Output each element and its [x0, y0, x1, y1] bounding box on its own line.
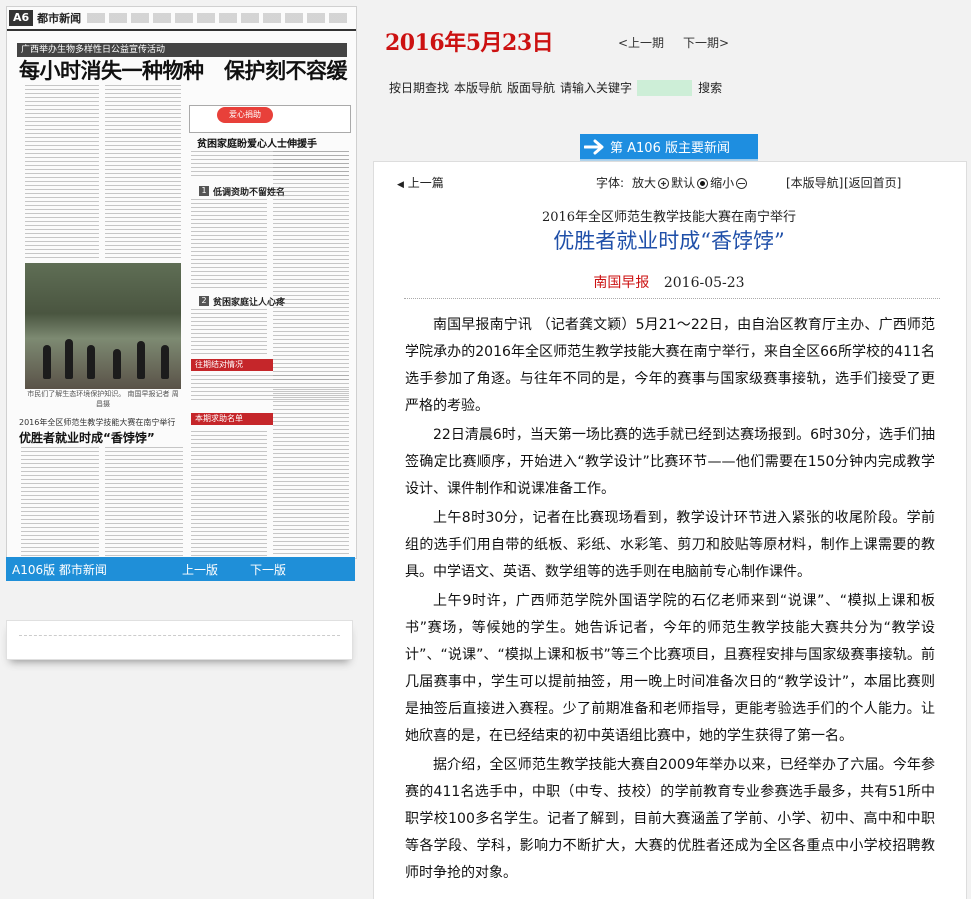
- font-label: 字体:: [596, 176, 625, 190]
- layout-nav-link[interactable]: 版面导航: [507, 79, 555, 96]
- thumbnail-section: 都市新闻: [37, 12, 82, 25]
- this-edition-nav-link[interactable]: 本版导航: [454, 79, 502, 96]
- search-prompt-label: 请输入关键字: [560, 81, 633, 95]
- radio-selected-icon: [697, 178, 709, 189]
- thumbnail-text-column: [105, 85, 181, 261]
- thumbnail-red-label: 本期求助名单: [191, 413, 273, 425]
- article-paragraph: 南国早报南宁讯 （记者龚文颖）5月21～22日，由自治区教育厅主办、广西师范学院…: [405, 317, 935, 414]
- article-byline: 南国早报 2016-05-23: [373, 272, 965, 292]
- prev-issue-link[interactable]: <上一期: [618, 34, 664, 51]
- find-by-date-link[interactable]: 按日期查找: [389, 79, 449, 96]
- thumbnail-text-column: [273, 151, 349, 381]
- thumbnail-text-column: [25, 85, 99, 261]
- article-title: 优胜者就业时成“香饽饽”: [553, 229, 785, 253]
- font-default-label: 默认: [671, 176, 696, 190]
- thumbnail-article-headline: 优胜者就业时成“香饽饽”: [19, 431, 155, 445]
- article-paragraph: 上午9时许，广西师范学院外国语学院的石亿老师来到“说课”、“模拟上课和板书”赛场…: [405, 593, 935, 744]
- article-paragraph: 22日清晨6时，当天第一场比赛的选手就已经到达赛场报到。6时30分，选手们抽签确…: [405, 427, 935, 497]
- thumbnail-photo-caption: 市民们了解生态环境保护知识。 南国早报记者 周昌摄: [27, 390, 179, 408]
- prev-article-link[interactable]: ◀ 上一篇: [397, 174, 444, 191]
- thumbnail-number-badge: 1: [199, 186, 209, 196]
- search-input[interactable]: [637, 79, 693, 96]
- thumbnail-red-label: 往期结对情况: [191, 359, 273, 371]
- issue-date: 2016年5月23日: [385, 30, 554, 56]
- version-nav-link[interactable]: [本版导航]: [786, 174, 843, 191]
- edition-banner[interactable]: 第 A106 版主要新闻: [580, 134, 758, 159]
- arrow-right-icon: [580, 134, 610, 159]
- masthead-fine-print: [87, 13, 350, 23]
- page-thumbnail-panel: A6 都市新闻 广西举办生物多样性日公益宣传活动 每小时消失一种物种 保护刻不容…: [0, 0, 370, 898]
- article-paragraph: 据介绍，全区师范生教学技能大赛自2009年举办以来，已经举办了六届。今年参赛的4…: [405, 757, 935, 881]
- next-issue-link[interactable]: 下一期>: [683, 34, 729, 51]
- font-shrink-label: 缩小: [710, 176, 735, 190]
- edition-banner-label: 第 A106 版主要新闻: [610, 141, 730, 156]
- thumbnail-page-label: A106版 都市新闻: [12, 562, 107, 577]
- thumbnail-headline: 每小时消失一种物种 保护刻不容缓: [19, 59, 348, 83]
- thumbnail-text-column: [273, 389, 349, 558]
- font-default-button[interactable]: 默认: [671, 174, 710, 191]
- thumbnail-text-column: [191, 309, 267, 355]
- font-shrink-button[interactable]: 缩小: [710, 174, 749, 191]
- font-enlarge-label: 放大: [632, 176, 657, 190]
- thumbnail-article-kicker: 2016年全区师范生教学技能大赛在南宁举行: [19, 418, 176, 427]
- caret-left-icon: ◀: [397, 180, 404, 190]
- thumbnail-text-column: [105, 447, 183, 557]
- thumbnail-footer-bar: A106版 都市新闻 上一版 下一版: [6, 557, 355, 581]
- font-size-controls: 字体: 放大 默认 缩小: [596, 174, 749, 191]
- divider: [404, 298, 940, 299]
- thumbnail-text-column: [191, 199, 267, 289]
- thumbnail-right-headline: 贫困家庭盼爱心人士伸援手: [197, 139, 317, 150]
- thumbnail-text-column: [191, 431, 267, 558]
- next-page-link[interactable]: 下一版: [250, 561, 310, 578]
- thumbnail-subhead: 贫困家庭让人心疼: [213, 298, 286, 308]
- minus-icon: [736, 178, 748, 189]
- font-enlarge-button[interactable]: 放大: [632, 174, 671, 191]
- search-button[interactable]: 搜索: [698, 79, 722, 96]
- thumbnail-masthead: A6 都市新闻: [7, 7, 356, 31]
- thumbnail-body: 广西举办生物多样性日公益宣传活动 每小时消失一种物种 保护刻不容缓 爱心捐助 贫…: [17, 37, 351, 558]
- article-body: 南国早报南宁讯 （记者龚文颖）5月21～22日，由自治区教育厅主办、广西师范学院…: [405, 312, 935, 889]
- thumbnail-number-badge: 2: [199, 296, 209, 306]
- article-source: 南国早报: [593, 275, 650, 291]
- plus-icon: [658, 178, 670, 189]
- nav-bar: 按日期查找 本版导航 版面导航 请输入关键字 搜索: [389, 79, 727, 96]
- article-paragraph: 上午8时30分，记者在比赛现场看到，教学设计环节进入紧张的收尾阶段。学前组的选手…: [405, 510, 935, 580]
- charity-logo: 爱心捐助: [217, 107, 273, 123]
- article-date: 2016-05-23: [663, 275, 745, 291]
- thumbnail-text-column: [21, 447, 99, 557]
- prev-page-link[interactable]: 上一版: [182, 561, 250, 578]
- newspaper-page-thumbnail[interactable]: A6 都市新闻 广西举办生物多样性日公益宣传活动 每小时消失一种物种 保护刻不容…: [6, 6, 357, 559]
- article-kicker: 2016年全区师范生教学技能大赛在南宁举行: [541, 210, 797, 225]
- home-link[interactable]: [返回首页]: [844, 174, 901, 191]
- prev-article-label: 上一篇: [407, 176, 444, 190]
- empty-list-box: [6, 620, 353, 660]
- thumbnail-page-number: A6: [9, 10, 34, 26]
- thumbnail-photo: [25, 263, 181, 389]
